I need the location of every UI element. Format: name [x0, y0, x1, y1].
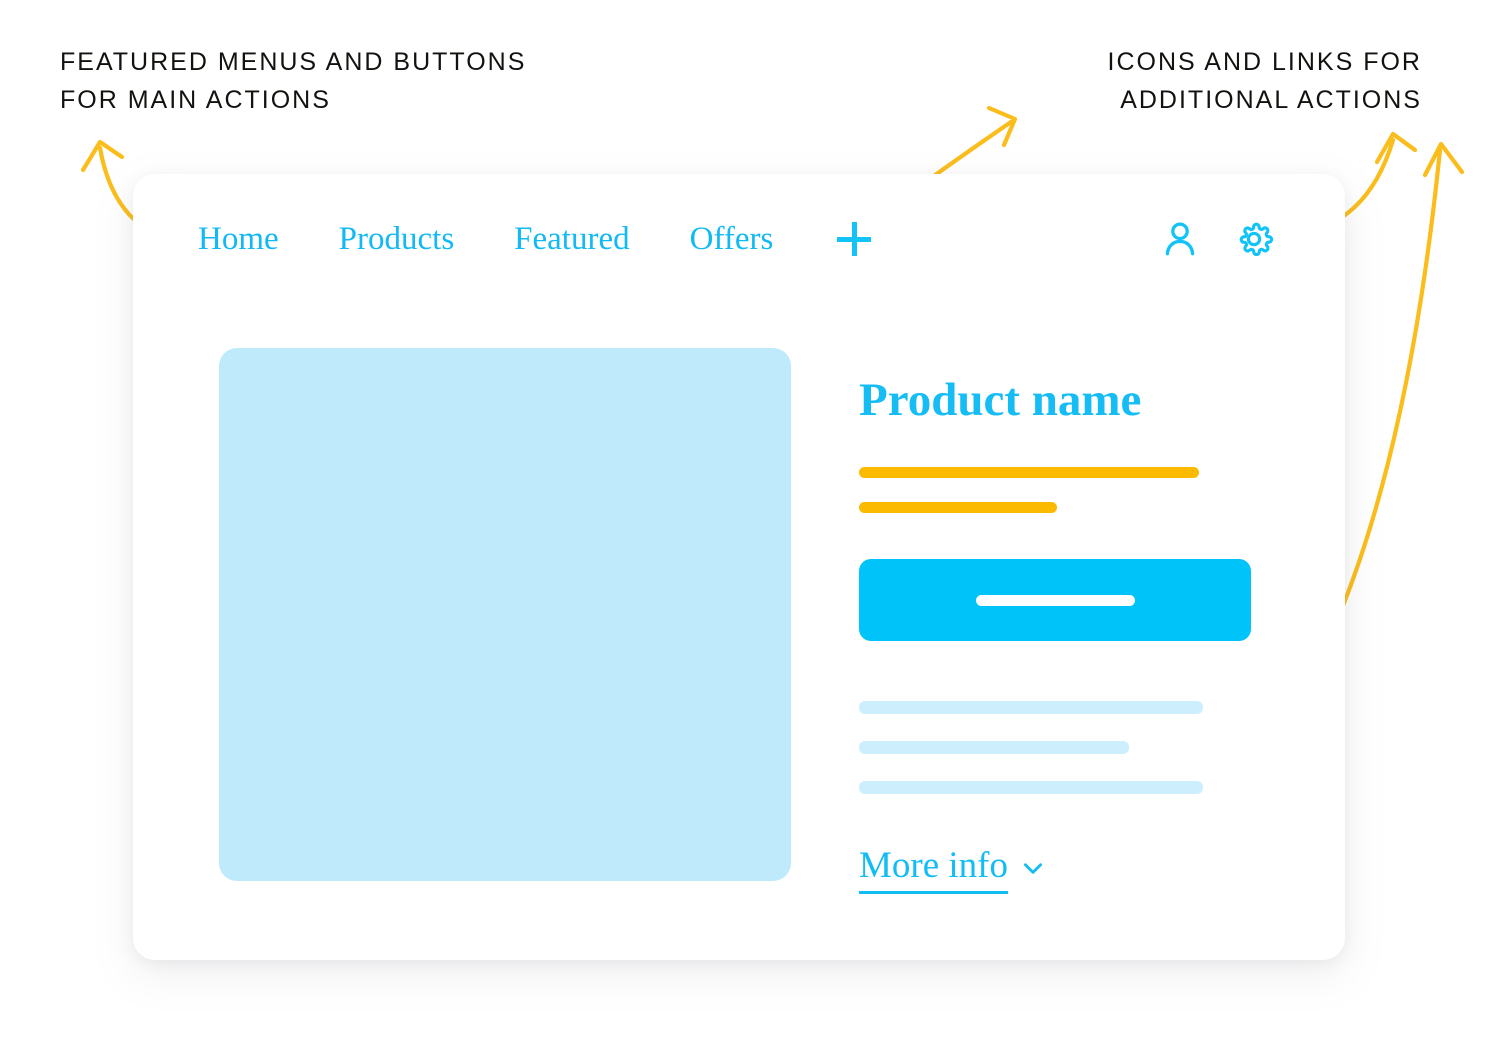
description-line-1 [859, 701, 1203, 714]
more-info-link[interactable]: More info [859, 846, 1046, 894]
navbar: Home Products Featured Offers [133, 174, 1345, 304]
nav-link-featured[interactable]: Featured [514, 221, 629, 258]
add-to-cart-button-label [975, 594, 1135, 606]
page-root: FEATURED MENUS AND BUTTONS FOR MAIN ACTI… [0, 0, 1500, 1040]
price-bar [859, 467, 1199, 478]
arrow-right-inner-head [1374, 131, 1418, 165]
more-info-label: More info [859, 846, 1008, 894]
page-title: Product name [859, 374, 1142, 426]
chevron-down-icon [1024, 863, 1042, 874]
app-card: Home Products Featured Offers Product na… [133, 174, 1345, 960]
arrow-left-head [80, 139, 125, 173]
card-content: Product name More info [133, 304, 1345, 894]
navbar-links: Home Products Featured Offers [198, 221, 872, 258]
callout-right-label: ICONS AND LINKS FOR ADDITIONAL ACTIONS [1107, 48, 1422, 114]
nav-link-home[interactable]: Home [198, 221, 279, 258]
callout-left-label: FEATURED MENUS AND BUTTONS FOR MAIN ACTI… [60, 48, 527, 114]
arrow-right-outer-head [1422, 141, 1465, 178]
description-line-3 [859, 781, 1203, 794]
add-to-cart-button[interactable] [859, 559, 1251, 641]
nav-link-offers[interactable]: Offers [690, 221, 774, 258]
plus-icon[interactable] [837, 222, 872, 256]
subtitle-bar [859, 502, 1057, 513]
product-detail-panel: Product name More info [859, 372, 1259, 894]
user-account-icon[interactable] [1159, 218, 1201, 260]
description-line-2 [859, 741, 1129, 754]
arrow-middle-head [986, 105, 1018, 148]
product-image-placeholder [219, 348, 791, 881]
settings-gear-icon[interactable] [1233, 218, 1275, 260]
nav-link-products[interactable]: Products [339, 221, 455, 258]
navbar-icons [1159, 218, 1275, 260]
